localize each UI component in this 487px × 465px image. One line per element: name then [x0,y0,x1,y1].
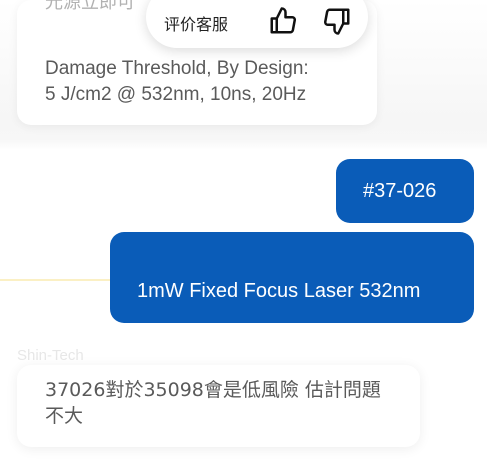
feedback-label: 评价客服 [164,15,229,34]
divider [0,279,110,281]
user-message-bubble: 1mW Fixed Focus Laser 532nm [110,232,474,323]
feedback-popup: 评价客服 [146,0,368,48]
user-message-bubble: #37-026 [336,159,474,223]
agent-message-card: 37026對於35098會是低風險 估計問題不大 [17,365,420,447]
user-message-text: #37-026 [363,180,437,202]
chat-window: 光源立即可 Damage Threshold, By Design: 5 J/c… [0,0,487,465]
user-message-text: 1mW Fixed Focus Laser 532nm [137,280,421,302]
thumbs-down-icon[interactable] [322,6,352,36]
agent-message-text: Damage Threshold, By Design: 5 J/cm2 @ 5… [45,58,309,105]
faded-message-text: 光源立即可 [45,0,135,12]
agent-message-text: 37026對於35098會是低風險 估計問題不大 [45,379,381,427]
thumbs-up-icon[interactable] [268,6,298,36]
sender-name: Shin-Tech [17,347,84,364]
